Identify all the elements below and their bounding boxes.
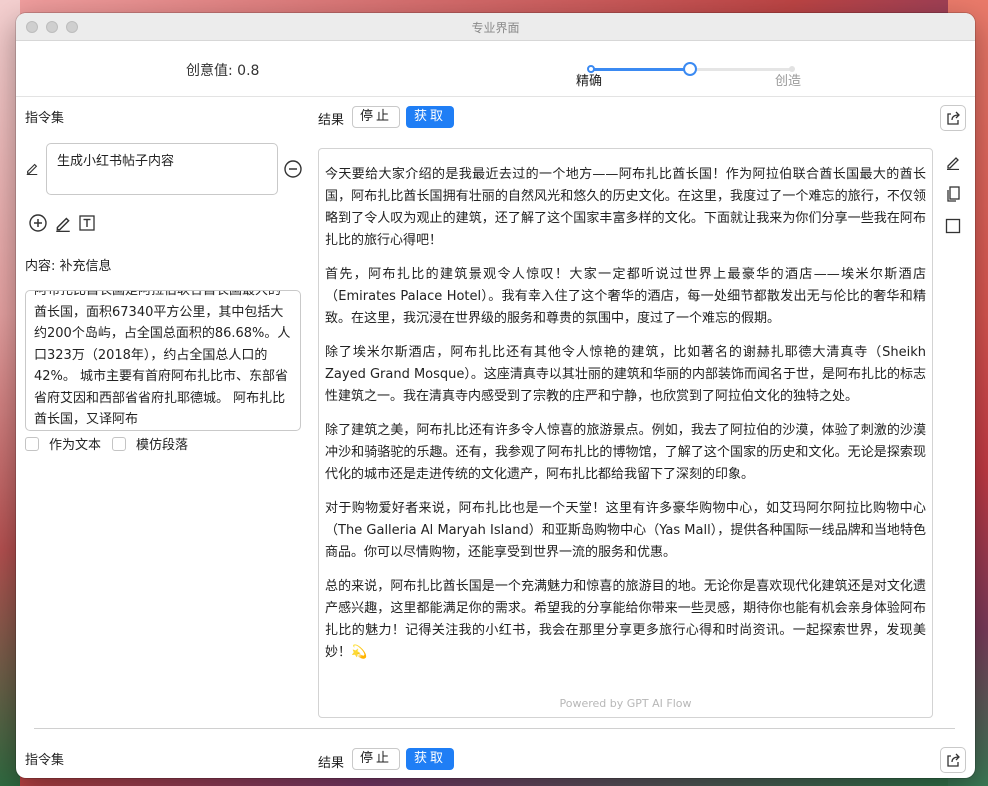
creativity-slider[interactable] bbox=[587, 61, 795, 91]
instruction-input[interactable]: 生成小红书帖子内容 bbox=[46, 143, 278, 195]
copy-result-button[interactable] bbox=[940, 181, 966, 207]
stop-button[interactable]: 停止 bbox=[352, 106, 401, 128]
imitate-paragraph-checkbox[interactable] bbox=[112, 436, 126, 451]
content-textarea[interactable]: 阿布扎比酋长国是阿拉伯联合酋长国最大的酋长国，面积67340平方公里，其中包括大… bbox=[25, 290, 301, 431]
select-result-button[interactable] bbox=[940, 213, 966, 239]
imitate-paragraph-label: 模仿段落 bbox=[136, 438, 189, 453]
result-paragraph: 对于购物爱好者来说，阿布扎比也是一个天堂！这里有许多豪华购物中心，如艾玛阿尔阿拉… bbox=[325, 501, 926, 560]
result-tools bbox=[940, 149, 966, 239]
edit-result-button[interactable] bbox=[940, 149, 966, 175]
app-window: 专业界面 创意值: 0.8 精确 创造 指令集 生成小红书帖子内容 内容: 补充… bbox=[16, 13, 975, 778]
square-icon bbox=[945, 218, 961, 234]
result-output[interactable]: 今天要给大家介绍的是我最近去过的一个地方——阿布扎比酋长国！作为阿拉伯联合酋长国… bbox=[318, 148, 933, 718]
creativity-value-label: 创意值: 0.8 bbox=[186, 63, 260, 79]
minus-circle-icon bbox=[284, 160, 302, 178]
copy-icon bbox=[947, 186, 960, 202]
get-button[interactable]: 获取 bbox=[406, 106, 455, 128]
edit-instruction-button[interactable] bbox=[53, 213, 73, 233]
text-box-icon bbox=[79, 215, 95, 231]
result-paragraph: 首先，阿布扎比的建筑景观令人惊叹！大家一定都听说过世界上最豪华的酒店——埃米尔斯… bbox=[325, 267, 926, 326]
add-instruction-button[interactable] bbox=[28, 213, 48, 233]
remove-instruction-button[interactable] bbox=[283, 159, 303, 179]
result-paragraph: 总的来说，阿布扎比酋长国是一个充满魅力和惊喜的旅游目的地。无论你是喜欢现代化建筑… bbox=[325, 579, 926, 660]
share-icon bbox=[947, 111, 960, 125]
section-divider bbox=[34, 728, 955, 729]
plus-circle-icon bbox=[29, 214, 47, 232]
instructions-title-2: 指令集 bbox=[25, 753, 65, 768]
window-title: 专业界面 bbox=[471, 21, 520, 35]
share-button-2[interactable] bbox=[940, 747, 966, 773]
pencil-icon bbox=[26, 163, 38, 175]
result-label: 结果 bbox=[318, 113, 345, 128]
instructions-title: 指令集 bbox=[25, 111, 65, 126]
content-title: 内容: 补充信息 bbox=[25, 259, 112, 274]
slider-fill bbox=[590, 68, 691, 71]
content-text: 阿布扎比酋长国是阿拉伯联合酋长国最大的酋长国，面积67340平方公里，其中包括大… bbox=[34, 290, 291, 427]
as-text-label: 作为文本 bbox=[49, 438, 102, 453]
creativity-bar: 创意值: 0.8 bbox=[16, 41, 975, 97]
as-text-checkbox[interactable] bbox=[25, 436, 39, 451]
stop-button-2[interactable]: 停止 bbox=[352, 748, 401, 770]
text-format-button[interactable] bbox=[77, 213, 97, 233]
powered-by-label: Powered by GPT AI Flow bbox=[559, 697, 692, 710]
share-icon bbox=[947, 753, 960, 767]
result-paragraph: 除了埃米尔斯酒店，阿布扎比还有其他令人惊艳的建筑，比如著名的谢赫扎耶德大清真寺（… bbox=[325, 345, 926, 404]
result-paragraph: 除了建筑之美，阿布扎比还有许多令人惊喜的旅游景点。例如，我去了阿拉伯的沙漠，体验… bbox=[325, 423, 926, 482]
slider-thumb[interactable] bbox=[683, 62, 697, 76]
slider-min-label: 精确 bbox=[576, 74, 603, 89]
share-button[interactable] bbox=[940, 105, 966, 131]
slider-max-label: 创造 bbox=[775, 74, 802, 89]
as-text-option[interactable]: 作为文本 bbox=[25, 434, 101, 453]
result-label-2: 结果 bbox=[318, 756, 345, 771]
get-button-2[interactable]: 获取 bbox=[406, 748, 455, 770]
pencil-icon bbox=[947, 157, 959, 170]
imitate-paragraph-option[interactable]: 模仿段落 bbox=[112, 434, 188, 453]
pencil-icon bbox=[56, 217, 70, 232]
title-bar: 专业界面 bbox=[16, 13, 975, 41]
result-paragraph: 今天要给大家介绍的是我最近去过的一个地方——阿布扎比酋长国！作为阿拉伯联合酋长国… bbox=[325, 167, 926, 248]
